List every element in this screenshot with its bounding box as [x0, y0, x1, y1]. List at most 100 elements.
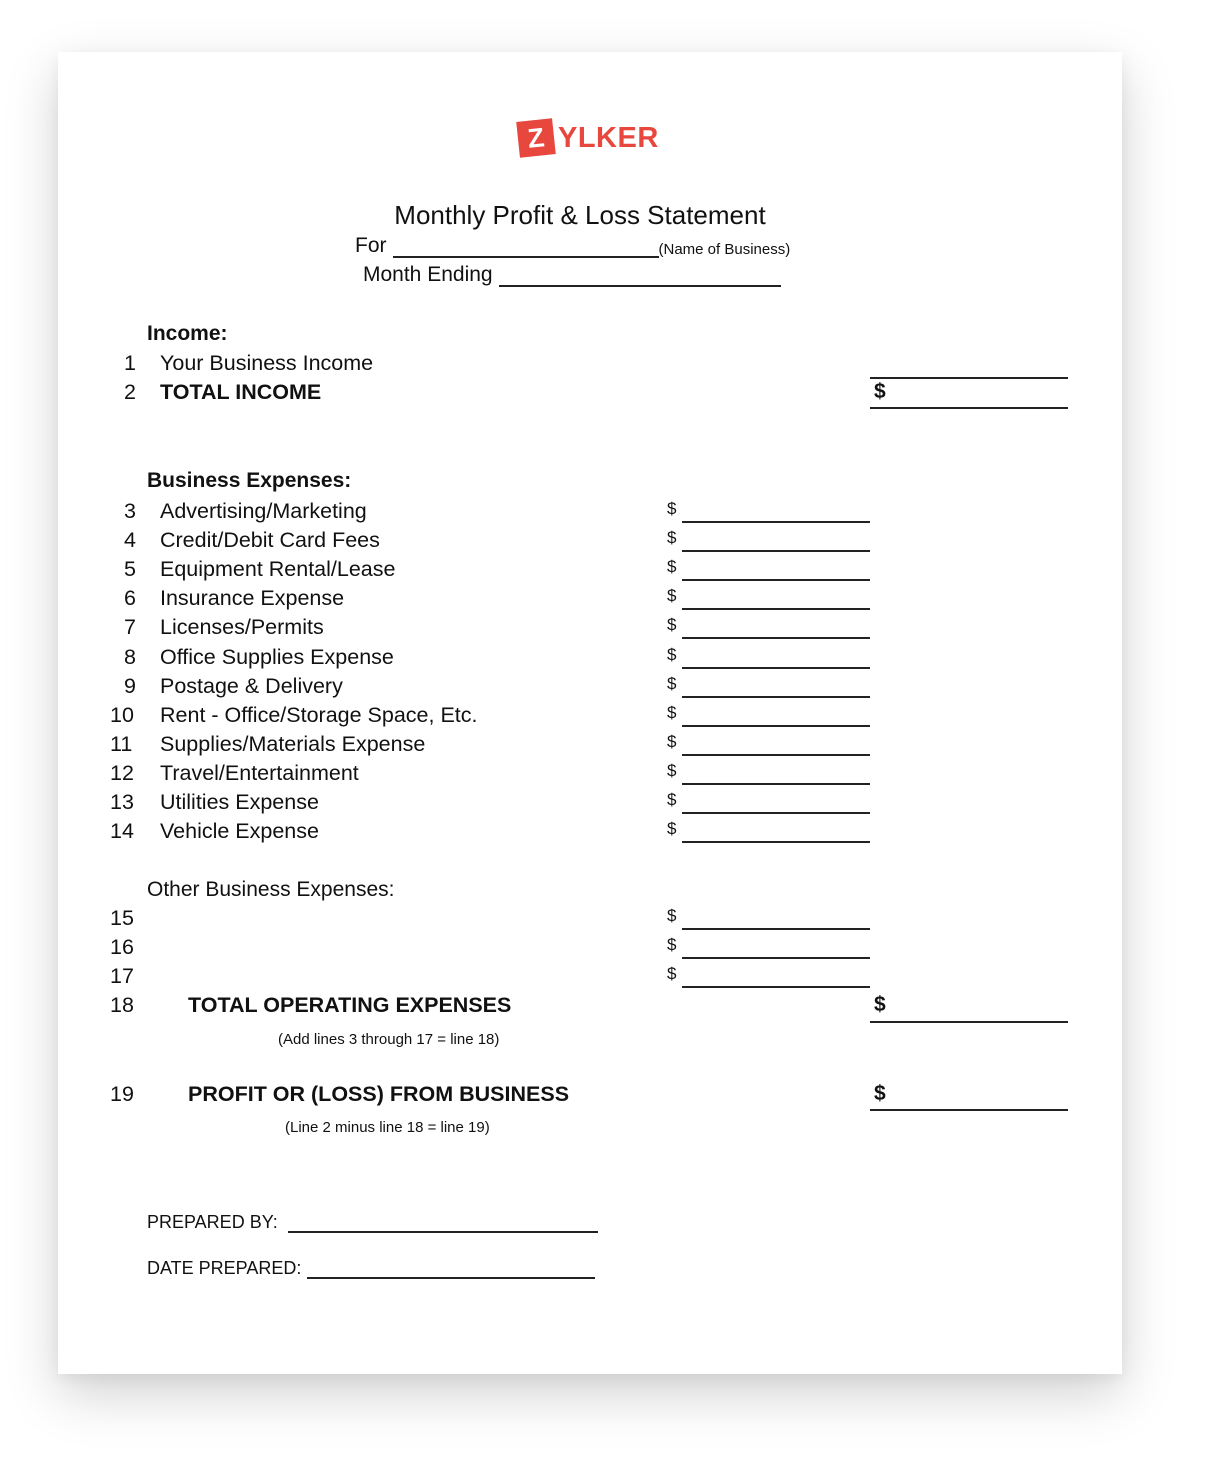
amount-field[interactable] — [682, 986, 870, 988]
dollar-sign: $ — [667, 819, 677, 838]
prepared-by-label: PREPARED BY: — [147, 1212, 278, 1232]
profit-hint: (Line 2 minus line 18 = line 19) — [285, 1119, 490, 1136]
line-label: Postage & Delivery — [160, 674, 343, 698]
line-number: 8 — [124, 645, 136, 669]
expense-row: 12 Travel/Entertainment $ — [58, 761, 1058, 787]
income-heading: Income: — [147, 322, 228, 345]
line-label: Travel/Entertainment — [160, 761, 359, 785]
dollar-sign: $ — [667, 964, 677, 983]
line-number: 9 — [124, 674, 136, 698]
expense-row: 8 Office Supplies Expense $ — [58, 645, 1058, 671]
amount-field[interactable] — [682, 754, 870, 756]
amount-field[interactable] — [682, 579, 870, 581]
line-number: 7 — [124, 615, 136, 639]
amount-field[interactable] — [682, 521, 870, 523]
prepared-by-field[interactable] — [287, 1213, 598, 1233]
expense-row: 6 Insurance Expense $ — [58, 586, 1058, 612]
amount-field[interactable] — [682, 608, 870, 610]
line-label: Office Supplies Expense — [160, 645, 394, 669]
dollar-sign: $ — [667, 557, 677, 576]
line-label: PROFIT OR (LOSS) FROM BUSINESS — [188, 1082, 570, 1106]
income-row: 1 Your Business Income — [58, 351, 1058, 377]
amount-field[interactable] — [682, 841, 870, 843]
other-expenses-heading: Other Business Expenses: — [147, 878, 395, 901]
line-number: 10 — [110, 703, 134, 727]
line-label: TOTAL OPERATING EXPENSES — [188, 993, 512, 1017]
operating-hint: (Add lines 3 through 17 = line 18) — [278, 1031, 500, 1048]
line-number: 12 — [110, 761, 134, 785]
dollar-sign: $ — [667, 615, 677, 634]
business-name-field[interactable] — [392, 238, 659, 258]
dollar-sign: $ — [874, 1082, 886, 1105]
line-number: 13 — [110, 790, 134, 814]
dollar-sign: $ — [667, 674, 677, 693]
dollar-sign: $ — [667, 528, 677, 547]
expenses-heading: Business Expenses: — [147, 469, 352, 492]
profit-row: 19 PROFIT OR (LOSS) FROM BUSINESS $ — [58, 1082, 1058, 1108]
line-label: Supplies/Materials Expense — [160, 732, 426, 756]
month-ending-line: Month Ending — [363, 263, 781, 287]
line-label: Advertising/Marketing — [160, 499, 367, 523]
amount-field[interactable] — [682, 812, 870, 814]
expense-row: 15 $ — [58, 906, 1058, 932]
dollar-sign: $ — [667, 703, 677, 722]
amount-field[interactable] — [682, 667, 870, 669]
line-number: 4 — [124, 528, 136, 552]
line-label: Credit/Debit Card Fees — [160, 528, 380, 552]
line-label: Equipment Rental/Lease — [160, 557, 396, 581]
amount-field[interactable] — [682, 957, 870, 959]
amount-field[interactable] — [682, 550, 870, 552]
dollar-sign: $ — [667, 586, 677, 605]
profit-field[interactable] — [870, 1109, 1068, 1111]
dollar-sign: $ — [667, 906, 677, 925]
business-name-note: (Name of Business) — [658, 241, 791, 258]
line-number: 19 — [110, 1082, 134, 1106]
month-ending-field[interactable] — [498, 267, 781, 287]
business-name-line: For (Name of Business) — [355, 234, 790, 258]
total-operating-field[interactable] — [870, 1021, 1068, 1023]
total-income-row: 2 TOTAL INCOME $ — [58, 380, 1058, 406]
date-prepared-label: DATE PREPARED: — [147, 1258, 302, 1278]
date-prepared-field[interactable] — [307, 1259, 596, 1279]
prepared-by-line: PREPARED BY: — [147, 1212, 598, 1233]
amount-field[interactable] — [682, 783, 870, 785]
line-label: TOTAL INCOME — [160, 380, 322, 404]
expense-row: 9 Postage & Delivery $ — [58, 674, 1058, 700]
expense-row: 17 $ — [58, 964, 1058, 990]
dollar-sign: $ — [874, 993, 886, 1016]
dollar-sign: $ — [667, 732, 677, 751]
line-number: 11 — [110, 732, 133, 756]
line-label: Vehicle Expense — [160, 819, 319, 843]
logo-text: YLKER — [558, 121, 659, 154]
line-label: Licenses/Permits — [160, 615, 324, 639]
line-label: Utilities Expense — [160, 790, 319, 814]
dollar-sign: $ — [667, 790, 677, 809]
line-number: 15 — [110, 906, 134, 930]
line-number: 16 — [110, 935, 134, 959]
line-number: 2 — [124, 380, 136, 404]
month-ending-label: Month Ending — [363, 263, 493, 286]
amount-field[interactable] — [682, 928, 870, 930]
expense-row: 11 Supplies/Materials Expense $ — [58, 732, 1058, 758]
line-label: Your Business Income — [160, 351, 374, 375]
date-prepared-line: DATE PREPARED: — [147, 1258, 596, 1279]
expense-row: 14 Vehicle Expense $ — [58, 819, 1058, 845]
dollar-sign: $ — [667, 499, 677, 518]
expense-row: 13 Utilities Expense $ — [58, 790, 1058, 816]
amount-field[interactable] — [682, 696, 870, 698]
amount-field[interactable] — [682, 725, 870, 727]
line-number: 18 — [110, 993, 134, 1017]
dollar-sign: $ — [667, 935, 677, 954]
dollar-sign: $ — [667, 645, 677, 664]
income-entry-topline — [870, 377, 1068, 379]
line-number: 17 — [110, 964, 134, 988]
line-number: 1 — [124, 351, 136, 375]
expense-row: 4 Credit/Debit Card Fees $ — [58, 528, 1058, 554]
for-label: For — [355, 234, 387, 257]
total-income-field[interactable] — [870, 407, 1068, 409]
line-label: Rent - Office/Storage Space, Etc. — [160, 703, 478, 727]
line-label: Insurance Expense — [160, 586, 345, 610]
expense-row: 7 Licenses/Permits $ — [58, 615, 1058, 641]
amount-field[interactable] — [682, 637, 870, 639]
total-operating-row: 18 TOTAL OPERATING EXPENSES $ — [58, 993, 1058, 1019]
